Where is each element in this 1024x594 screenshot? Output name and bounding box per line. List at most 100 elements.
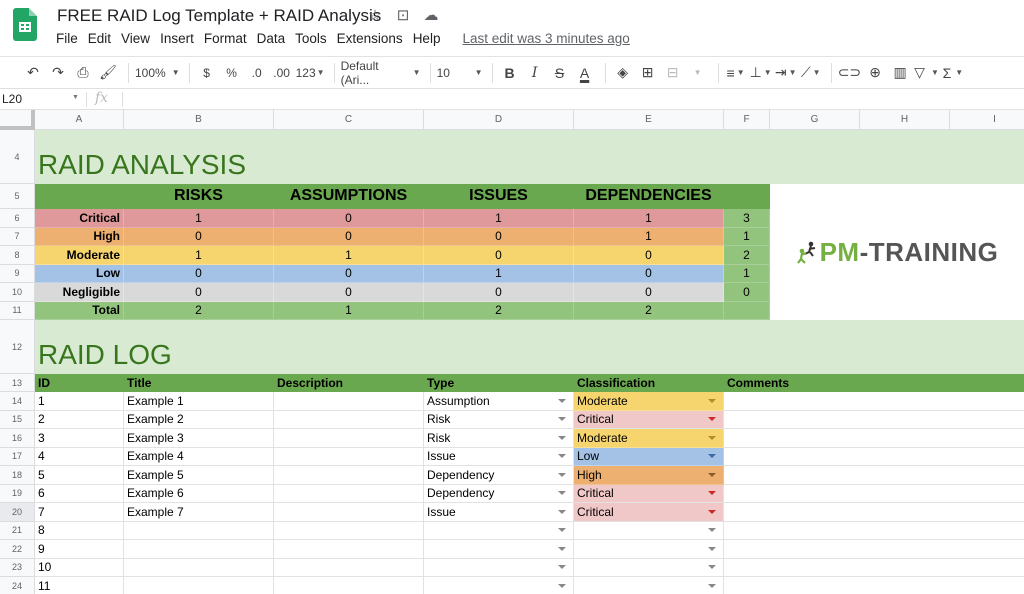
dropdown-arrow-icon[interactable] bbox=[558, 398, 566, 403]
row-header-16[interactable]: 16 bbox=[0, 429, 35, 448]
spreadsheet-grid[interactable]: A B C D E F G H I 4 5 6 7 8 9 10 11 12 13 14 15 16 17 18 19 20 21 2… bbox=[0, 110, 1024, 594]
column-header-i[interactable]: I bbox=[950, 110, 1024, 130]
menu-edit[interactable]: Edit bbox=[88, 31, 111, 46]
column-header-e[interactable]: E bbox=[574, 110, 724, 130]
strikethrough-button[interactable]: S bbox=[549, 61, 571, 85]
move-to-folder-icon[interactable]: ⊡ bbox=[394, 6, 412, 24]
column-header-c[interactable]: C bbox=[274, 110, 424, 130]
log-cell-classification[interactable]: Moderate bbox=[574, 392, 724, 411]
log-cell-comments[interactable] bbox=[724, 559, 1024, 577]
row-header-8[interactable]: 8 bbox=[0, 246, 35, 265]
log-cell-title[interactable]: Example 4 bbox=[124, 447, 274, 466]
dropdown-arrow-icon[interactable] bbox=[708, 454, 716, 459]
document-title[interactable]: FREE RAID Log Template + RAID Analysis bbox=[57, 6, 381, 26]
log-cell-classification[interactable]: Critical bbox=[574, 503, 724, 522]
row-header-10[interactable]: 10 bbox=[0, 283, 35, 302]
horizontal-align-icon[interactable]: ≡ ▼ bbox=[725, 61, 747, 85]
log-cell-id[interactable]: 10 bbox=[35, 558, 124, 577]
zoom-select[interactable]: 100% ▼ bbox=[135, 61, 180, 85]
column-header-b[interactable]: B bbox=[124, 110, 274, 130]
sheets-logo-icon[interactable] bbox=[13, 8, 37, 41]
log-cell-classification[interactable]: Moderate bbox=[574, 429, 724, 448]
analysis-header-risks[interactable]: RISKS bbox=[124, 184, 274, 209]
text-rotation-icon[interactable]: ⟋ ▼ bbox=[800, 61, 822, 85]
log-cell-title[interactable]: Example 3 bbox=[124, 429, 274, 448]
log-cell-id[interactable]: 6 bbox=[35, 484, 124, 503]
log-cell-description[interactable] bbox=[274, 392, 424, 411]
column-header-d[interactable]: D bbox=[424, 110, 574, 130]
menu-help[interactable]: Help bbox=[413, 31, 441, 46]
row-header-5[interactable]: 5 bbox=[0, 184, 35, 209]
row-header-4[interactable]: 4 bbox=[0, 130, 35, 184]
row-header-23[interactable]: 23 bbox=[0, 558, 35, 577]
column-header-g[interactable]: G bbox=[770, 110, 860, 130]
analysis-header-blank[interactable] bbox=[35, 184, 124, 209]
analysis-row-total[interactable] bbox=[724, 301, 770, 320]
log-cell-id[interactable]: 3 bbox=[35, 429, 124, 448]
text-color-button[interactable]: A bbox=[574, 61, 596, 85]
log-cell-description[interactable] bbox=[274, 540, 424, 559]
log-cell-classification[interactable] bbox=[574, 558, 724, 577]
more-formats-button[interactable]: 123 ▼ bbox=[296, 61, 325, 85]
analysis-header-issues[interactable]: ISSUES bbox=[424, 184, 574, 209]
log-cell-type[interactable] bbox=[424, 558, 574, 577]
analysis-value[interactable]: 0 bbox=[124, 283, 274, 302]
fill-color-icon[interactable]: ◈ bbox=[612, 61, 634, 85]
analysis-value[interactable]: 1 bbox=[274, 301, 424, 320]
formula-input[interactable] bbox=[128, 92, 1008, 107]
column-header-a[interactable]: A bbox=[35, 110, 124, 130]
log-cell-title[interactable] bbox=[124, 577, 274, 594]
analysis-value[interactable]: 1 bbox=[424, 209, 574, 228]
dropdown-arrow-icon[interactable] bbox=[558, 583, 566, 588]
analysis-value[interactable]: 1 bbox=[574, 227, 724, 246]
dropdown-arrow-icon[interactable] bbox=[708, 528, 716, 533]
analysis-header-dependencies[interactable]: DEPENDENCIES bbox=[574, 184, 724, 209]
column-header-h[interactable]: H bbox=[860, 110, 950, 130]
log-header-classification[interactable]: Classification bbox=[574, 374, 724, 392]
log-cell-comments[interactable] bbox=[724, 577, 1024, 594]
row-header-22[interactable]: 22 bbox=[0, 540, 35, 559]
log-cell-type[interactable] bbox=[424, 577, 574, 594]
menu-tools[interactable]: Tools bbox=[295, 31, 327, 46]
log-cell-description[interactable] bbox=[274, 466, 424, 485]
menu-insert[interactable]: Insert bbox=[160, 31, 194, 46]
row-header-7[interactable]: 7 bbox=[0, 227, 35, 246]
analysis-row-label[interactable]: Moderate bbox=[35, 246, 124, 265]
log-cell-id[interactable]: 8 bbox=[35, 521, 124, 540]
log-cell-type[interactable]: Issue bbox=[424, 447, 574, 466]
log-header-type[interactable]: Type bbox=[424, 374, 574, 392]
log-cell-id[interactable]: 5 bbox=[35, 466, 124, 485]
dropdown-arrow-icon[interactable] bbox=[708, 398, 716, 403]
analysis-value[interactable]: 1 bbox=[124, 209, 274, 228]
row-header-15[interactable]: 15 bbox=[0, 410, 35, 429]
text-wrap-icon[interactable]: ⇥ ▼ bbox=[775, 61, 797, 85]
analysis-value[interactable]: 0 bbox=[274, 283, 424, 302]
analysis-value[interactable]: 0 bbox=[424, 283, 574, 302]
row-header-24[interactable]: 24 bbox=[0, 577, 35, 594]
log-cell-description[interactable] bbox=[274, 521, 424, 540]
analysis-row-label[interactable]: Total bbox=[35, 301, 124, 320]
analysis-row-total[interactable]: 3 bbox=[724, 209, 770, 228]
analysis-value[interactable]: 1 bbox=[274, 246, 424, 265]
log-cell-id[interactable]: 9 bbox=[35, 540, 124, 559]
dropdown-arrow-icon[interactable] bbox=[558, 435, 566, 440]
dropdown-arrow-icon[interactable] bbox=[708, 435, 716, 440]
row-header-21[interactable]: 21 bbox=[0, 521, 35, 540]
log-cell-title[interactable]: Example 1 bbox=[124, 392, 274, 411]
font-select[interactable]: Default (Ari... ▼ bbox=[341, 59, 421, 87]
row-header-20[interactable]: 20 bbox=[0, 503, 35, 522]
log-cell-description[interactable] bbox=[274, 558, 424, 577]
dropdown-arrow-icon[interactable] bbox=[708, 583, 716, 588]
log-cell-type[interactable]: Risk bbox=[424, 410, 574, 429]
log-cell-description[interactable] bbox=[274, 410, 424, 429]
decrease-decimal-button[interactable]: .0 bbox=[246, 61, 268, 85]
dropdown-arrow-icon[interactable] bbox=[558, 454, 566, 459]
log-cell-comments[interactable] bbox=[724, 540, 1024, 559]
log-cell-classification[interactable]: Critical bbox=[574, 484, 724, 503]
log-header-description[interactable]: Description bbox=[274, 374, 424, 392]
analysis-value[interactable]: 1 bbox=[124, 246, 274, 265]
log-cell-comments[interactable] bbox=[724, 485, 1024, 503]
log-cell-classification[interactable]: Low bbox=[574, 447, 724, 466]
row-header-11[interactable]: 11 bbox=[0, 301, 35, 320]
dropdown-arrow-icon[interactable] bbox=[558, 565, 566, 570]
